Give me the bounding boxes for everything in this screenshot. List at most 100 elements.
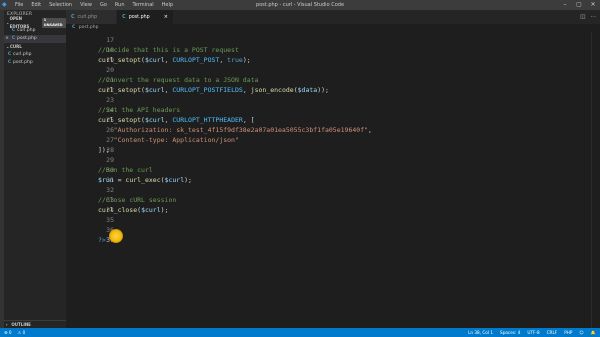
- folder-label: CURL: [10, 44, 22, 49]
- code-line: 33//Close cURL session: [66, 195, 600, 205]
- php-file-icon: C: [11, 28, 16, 33]
- menu-bar: File Edit Selection View Go Run Terminal Help: [11, 2, 177, 8]
- status-item[interactable]: Ln 38, Col 1: [468, 330, 493, 336]
- status-item[interactable]: Spaces: 4: [500, 330, 520, 336]
- minimize-icon[interactable]: –: [558, 0, 572, 10]
- code-line: 21//Convert the request data to a JSON d…: [66, 75, 600, 85]
- close-icon[interactable]: ×: [164, 14, 168, 20]
- sidebar-file-curl-php[interactable]: Ccurl.php: [4, 27, 66, 35]
- code-line: 36: [66, 225, 600, 235]
- title-bar: ◆ File Edit Selection View Go Run Terminal Help…: [0, 0, 600, 10]
- php-file-icon: C: [71, 14, 75, 20]
- unsaved-badge: 1 UNSAVED: [41, 18, 67, 28]
- code-text: //Close cURL session: [98, 196, 177, 204]
- breadcrumb-file[interactable]: post.php: [79, 25, 99, 30]
- line-number: 32: [106, 186, 114, 194]
- menu-selection[interactable]: Selection: [45, 2, 76, 8]
- explorer-sidebar: EXPLORER ⌄ OPEN EDITORS 1 UNSAVED Ccurl.…: [4, 10, 67, 328]
- menu-view[interactable]: View: [76, 2, 96, 8]
- tab-bar: Ccurl.php Cpost.php ×: [66, 10, 600, 24]
- code-line: 20: [66, 65, 600, 75]
- code-text: curl_setopt($curl, CURLOPT_HTTPHEADER, [: [98, 116, 255, 124]
- code-line: 22 curl_setopt($curl, CURLOPT_POSTFIELDS,…: [66, 85, 600, 95]
- code-line: 27 "Content-type: Application/json": [66, 135, 600, 145]
- code-text: ]);: [98, 146, 110, 154]
- code-line: 26 "Authorization: sk_test_4f15f9df38e2a…: [66, 125, 600, 135]
- status-problems-item[interactable]: ⚠ 0: [18, 330, 26, 335]
- open-editors-header[interactable]: ⌄ OPEN EDITORS 1 UNSAVED: [4, 16, 67, 29]
- status-bar: ⊗ 0 ⚠ 0 Ln 38, Col 1 Spaces: 4 UTF-8 CRLF PHP…: [0, 328, 600, 337]
- code-text: curl_setopt($curl, CURLOPT_POST, true);: [98, 56, 251, 64]
- status-item[interactable]: CRLF: [547, 330, 558, 336]
- line-number: 23: [106, 96, 114, 104]
- mouse-cursor-highlight: [109, 229, 123, 243]
- menu-run[interactable]: Run: [111, 2, 129, 8]
- close-window-icon[interactable]: ✕: [586, 0, 600, 10]
- status-right: Ln 38, Col 1 Spaces: 4 UTF-8 CRLF PHP ☺ 🔔: [468, 330, 596, 336]
- status-left: ⊗ 0 ⚠ 0: [0, 330, 25, 335]
- menu-edit[interactable]: Edit: [27, 2, 45, 8]
- line-number: 36: [106, 226, 114, 234]
- code-line: 30//Run the curl: [66, 165, 600, 175]
- editor-scrollbar[interactable]: [591, 32, 600, 328]
- code-text: "Authorization: sk_test_4f15f9df38e2a07a…: [113, 126, 372, 134]
- code-line: 29: [66, 155, 600, 165]
- menu-file[interactable]: File: [11, 2, 27, 8]
- code-text: curl_close($curl);: [98, 206, 169, 214]
- outline-header[interactable]: › OUTLINE: [4, 320, 66, 328]
- editor-actions: ◫ ⋯: [580, 10, 596, 24]
- tab-label: post.php: [128, 14, 150, 20]
- folder-header[interactable]: ⌄ CURL: [4, 43, 66, 51]
- maximize-icon[interactable]: ▢: [572, 0, 586, 10]
- php-file-icon: C: [72, 25, 76, 30]
- split-editor-icon[interactable]: ◫: [580, 14, 585, 20]
- window-controls: – ▢ ✕: [558, 0, 600, 10]
- code-line: 25 curl_setopt($curl, CURLOPT_HTTPHEADER,…: [66, 115, 600, 125]
- code-line: 23: [66, 95, 600, 105]
- file-name: curl.php: [17, 28, 36, 33]
- file-name: post.php: [13, 60, 33, 65]
- status-item[interactable]: 🔔: [591, 330, 596, 336]
- code-line: 18//Decide that this is a POST request: [66, 45, 600, 55]
- status-item[interactable]: ☺: [579, 330, 583, 336]
- more-actions-icon[interactable]: ⋯: [591, 14, 597, 20]
- line-number: 37: [66, 235, 114, 245]
- code-line: 31 $run = curl_exec($curl);: [66, 175, 600, 185]
- php-file-icon: C: [7, 52, 12, 57]
- tab-label: curl.php: [77, 14, 98, 20]
- menu-terminal[interactable]: Terminal: [129, 2, 158, 8]
- sidebar-file-curl-php[interactable]: Ccurl.php: [4, 51, 66, 59]
- status-item[interactable]: PHP: [564, 330, 572, 336]
- tab-curl-php[interactable]: Ccurl.php: [66, 10, 118, 24]
- code-text: //Decide that this is a POST request: [98, 46, 239, 54]
- line-number: 35: [106, 216, 114, 224]
- code-text: //Convert the request data to a JSON dat…: [98, 76, 259, 84]
- outline-label: OUTLINE: [11, 322, 31, 327]
- status-problems-item[interactable]: ⊗ 0: [4, 330, 12, 335]
- code-line: 19 curl_setopt($curl, CURLOPT_POST, true)…: [66, 55, 600, 65]
- code-text: "Content-type: Application/json": [113, 136, 239, 144]
- sidebar-file-post-php[interactable]: Cpost.php: [4, 59, 66, 67]
- tab-post-php[interactable]: Cpost.php ×: [117, 10, 174, 24]
- code-text: curl_setopt($curl, CURLOPT_POSTFIELDS, j…: [98, 86, 329, 94]
- code-text: //Run the curl: [98, 166, 153, 174]
- menu-go[interactable]: Go: [96, 2, 111, 8]
- line-number: 20: [106, 66, 114, 74]
- code-line: 35: [66, 215, 600, 225]
- code-line: 34 curl_close($curl);: [66, 205, 600, 215]
- breadcrumb[interactable]: C post.php: [66, 24, 600, 32]
- code-line: 17: [66, 35, 600, 45]
- sidebar-file-post-php[interactable]: × Cpost.php: [4, 35, 66, 43]
- php-file-icon: C: [11, 36, 16, 41]
- menu-help[interactable]: Help: [158, 2, 177, 8]
- code-line: 28]);: [66, 145, 600, 155]
- code-editor[interactable]: 17 18//Decide that this is a POST request…: [66, 32, 600, 328]
- code-line: 24//Set the API headers: [66, 105, 600, 115]
- line-number: 17: [106, 36, 114, 44]
- line-number: 29: [106, 156, 114, 164]
- code-line: 32: [66, 185, 600, 195]
- code-line: 37?>: [66, 235, 600, 245]
- file-name: curl.php: [13, 52, 32, 57]
- status-item[interactable]: UTF-8: [527, 330, 539, 336]
- file-name: post.php: [17, 36, 37, 41]
